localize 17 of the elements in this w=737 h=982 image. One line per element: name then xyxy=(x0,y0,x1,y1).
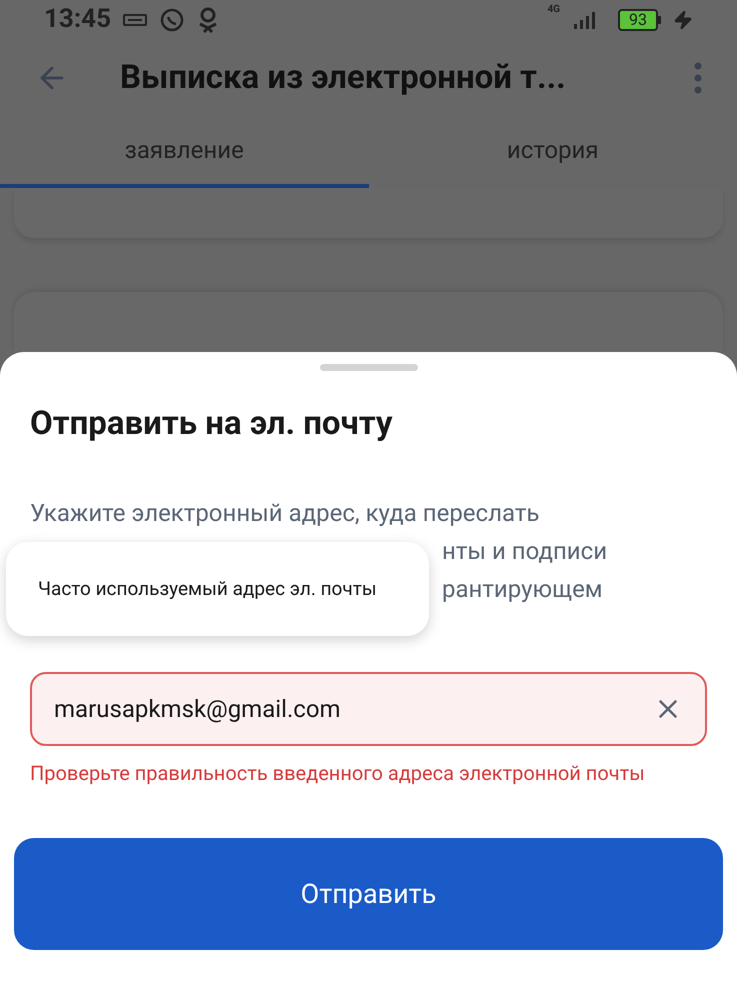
description-text: рантирующем xyxy=(442,574,603,606)
status-time: 13:45 xyxy=(44,3,111,36)
person-icon xyxy=(197,6,219,32)
submit-button[interactable]: Отправить xyxy=(14,838,723,950)
keyboard-icon xyxy=(123,12,147,26)
network-label: 4G xyxy=(547,3,560,17)
suggestion-popup[interactable]: Часто используемый адрес эл. почты xyxy=(6,542,429,636)
battery-indicator: 93 xyxy=(618,8,661,30)
page-title: Выписка из электронной т... xyxy=(120,57,567,100)
description-text: нты и подписи xyxy=(442,536,608,568)
sheet-title: Отправить на эл. почту xyxy=(30,403,394,444)
drag-handle[interactable] xyxy=(320,364,418,371)
email-field[interactable]: marusapkmsk@gmail.com xyxy=(30,672,707,746)
signal-icon xyxy=(572,10,598,30)
more-icon[interactable] xyxy=(693,62,703,94)
description-text: Укажите электронный адрес, куда переслать xyxy=(30,498,540,530)
error-text: Проверьте правильность введенного адреса электронной почты xyxy=(30,760,646,788)
